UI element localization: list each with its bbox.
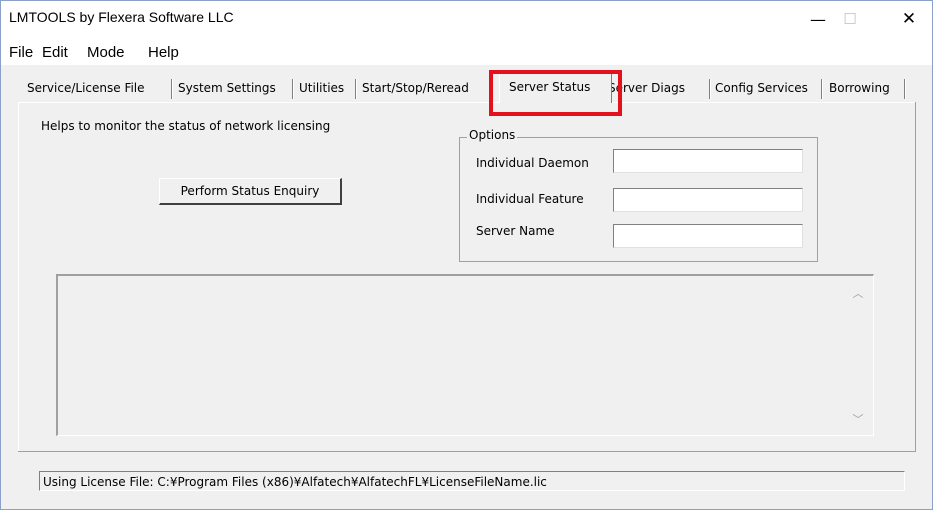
maximize-button: ☐ xyxy=(827,1,873,37)
tab-separator xyxy=(709,79,711,99)
maximize-icon: ☐ xyxy=(843,10,857,28)
options-title: Options xyxy=(467,128,518,142)
menu-help[interactable]: Help xyxy=(148,44,179,61)
panel-top-border xyxy=(18,102,916,103)
tab-borrowing[interactable]: Borrowing xyxy=(829,79,890,99)
status-output-area[interactable] xyxy=(56,274,874,436)
tab-server-diags[interactable]: Server Diags xyxy=(612,79,685,99)
tab-service-license-file[interactable]: Service/License File xyxy=(27,79,145,99)
status-bar: Using License File: C:¥Program Files (x8… xyxy=(39,471,905,491)
scroll-up-icon[interactable]: ︿ xyxy=(849,285,867,303)
tab-config-services[interactable]: Config Services xyxy=(715,79,808,99)
tab-separator xyxy=(292,79,294,99)
panel-bottom-border xyxy=(18,451,916,452)
individual-feature-input[interactable] xyxy=(613,188,803,212)
title-bar[interactable]: LMTOOLS by Flexera Software LLC — ☐ ✕ xyxy=(1,1,932,39)
menu-file[interactable]: File xyxy=(9,44,33,61)
tab-separator xyxy=(821,79,823,99)
panel-right-border xyxy=(915,102,916,452)
tab-start-stop-reread-clip: Start/Stop/Reread xyxy=(362,79,488,101)
perform-status-enquiry-label: Perform Status Enquiry xyxy=(180,184,320,198)
tab-start-stop-reread[interactable]: Start/Stop/Reread xyxy=(362,79,469,99)
tab-system-settings[interactable]: System Settings xyxy=(178,79,276,99)
menu-mode[interactable]: Mode xyxy=(87,44,125,61)
individual-daemon-label: Individual Daemon xyxy=(476,156,589,170)
panel-left-border xyxy=(18,102,19,452)
close-button[interactable]: ✕ xyxy=(886,1,932,37)
lmtools-window: LMTOOLS by Flexera Software LLC — ☐ ✕ Fi… xyxy=(0,0,933,510)
tab-separator xyxy=(355,79,357,99)
menu-edit[interactable]: Edit xyxy=(42,44,68,61)
individual-feature-label: Individual Feature xyxy=(476,192,584,206)
perform-status-enquiry-button[interactable]: Perform Status Enquiry xyxy=(159,178,342,205)
tab-separator xyxy=(171,79,173,99)
highlight-box xyxy=(489,70,622,116)
server-name-label: Server Name xyxy=(476,224,555,238)
scroll-down-icon[interactable]: ﹀ xyxy=(849,411,867,429)
help-text: Helps to monitor the status of network l… xyxy=(41,119,331,133)
individual-daemon-input[interactable] xyxy=(613,149,803,173)
tab-server-diags-clip: Server Diags xyxy=(612,79,707,101)
tab-utilities[interactable]: Utilities xyxy=(299,79,344,99)
tab-strip: Service/License File System Settings Uti… xyxy=(1,75,933,103)
minimize-icon: — xyxy=(810,9,826,29)
server-name-input[interactable] xyxy=(613,224,803,248)
tab-separator xyxy=(904,79,906,99)
license-file-path: Using License File: C:¥Program Files (x8… xyxy=(43,475,547,489)
menu-bar: File Edit Mode Help xyxy=(1,39,932,65)
close-icon: ✕ xyxy=(901,9,917,29)
window-title: LMTOOLS by Flexera Software LLC xyxy=(9,9,234,25)
